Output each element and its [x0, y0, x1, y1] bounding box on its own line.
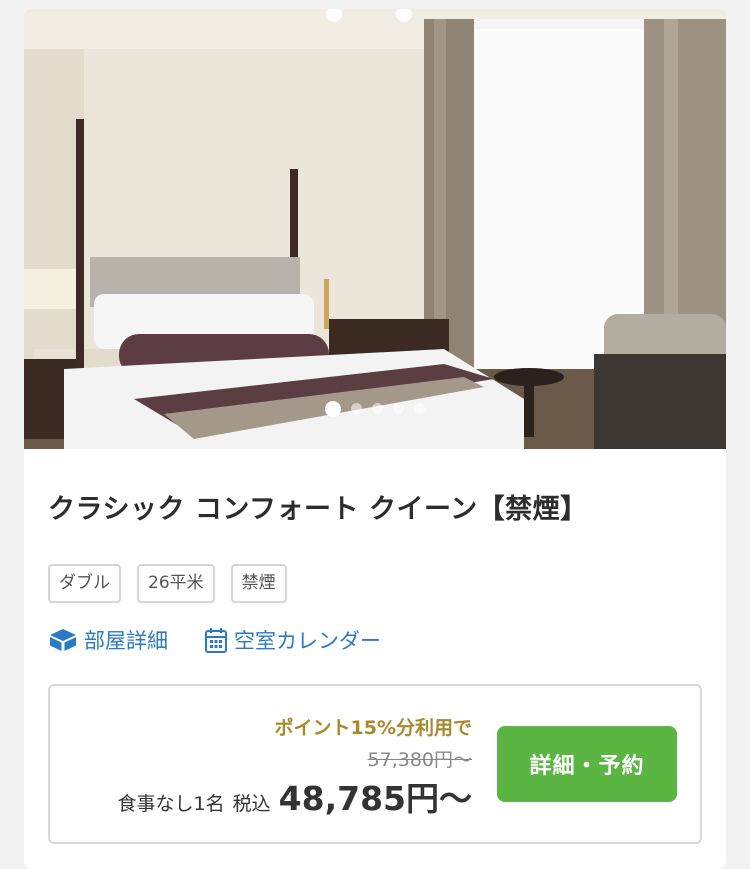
room-photo-carousel[interactable]: [24, 9, 726, 449]
room-detail-link[interactable]: 部屋詳細: [48, 625, 168, 655]
room-tags: ダブル 26平米 禁煙: [48, 564, 702, 603]
price-row: 食事なし1名 税込 48,785円〜: [118, 772, 472, 820]
plan-price-box: ポイント15%分利用で 57,380円〜 食事なし1名 税込 48,785円〜 …: [48, 684, 702, 844]
detail-reserve-button[interactable]: 詳細・予約: [497, 726, 677, 802]
room-card: クラシック コンフォート クイーン【禁煙】 ダブル 26平米 禁煙 部屋詳細 空…: [24, 9, 726, 869]
carousel-dot-2[interactable]: [351, 403, 362, 414]
point-usage-note: ポイント15%分利用で: [274, 717, 472, 739]
cube-icon: [50, 629, 76, 651]
calendar-label: 空室カレンダー: [234, 629, 381, 653]
carousel-dot-3[interactable]: [372, 403, 383, 414]
room-title: クラシック コンフォート クイーン【禁煙】: [48, 494, 588, 525]
calendar-icon: [205, 628, 227, 653]
meal-guests-info: 食事なし1名: [117, 793, 225, 815]
room-photo: [24, 9, 726, 449]
room-info: クラシック コンフォート クイーン【禁煙】 ダブル 26平米 禁煙 部屋詳細 空…: [24, 487, 726, 844]
current-price: 48,785円〜: [278, 779, 472, 818]
carousel-dot-4[interactable]: [393, 403, 404, 414]
original-price: 57,380円〜: [367, 749, 472, 771]
room-detail-label: 部屋詳細: [84, 629, 168, 653]
carousel-dots: [24, 401, 726, 417]
availability-calendar-link[interactable]: 空室カレンダー: [204, 625, 381, 655]
carousel-dot-1[interactable]: [325, 401, 341, 417]
carousel-dot-5[interactable]: [414, 403, 425, 414]
tax-label: 税込: [232, 793, 271, 815]
tag-smoking: 禁煙: [230, 564, 287, 603]
tag-room-size: 26平米: [137, 564, 215, 603]
tag-bed-type: ダブル: [48, 564, 121, 603]
room-links: 部屋詳細 空室カレンダー: [48, 625, 702, 655]
